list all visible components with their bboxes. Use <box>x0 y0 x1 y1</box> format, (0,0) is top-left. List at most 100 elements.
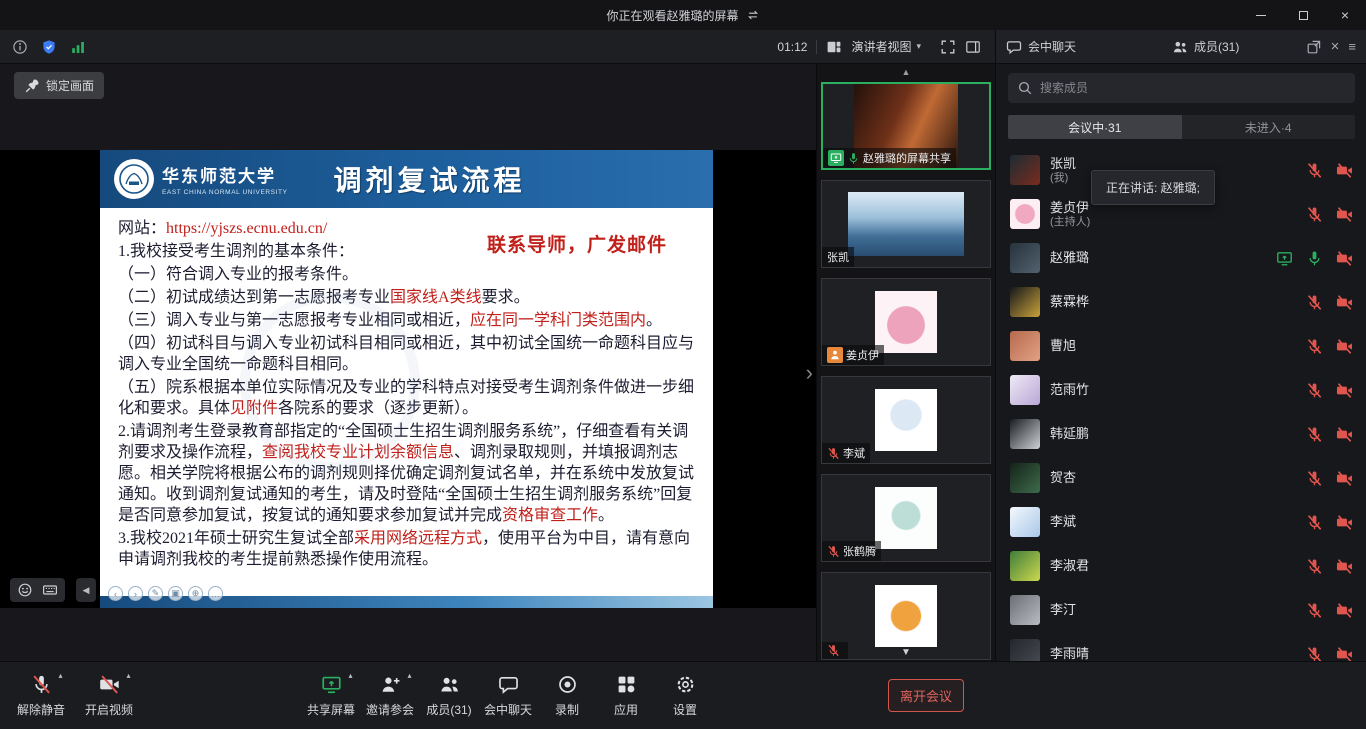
unmute-button[interactable]: ▴解除静音 <box>16 671 66 718</box>
member-row[interactable]: 李斌 <box>996 500 1366 544</box>
apps-button[interactable]: 应用 <box>601 671 651 718</box>
participant-name: 姜贞伊 <box>846 347 879 363</box>
search-box[interactable] <box>1008 73 1355 103</box>
cam-off-icon <box>1336 426 1353 443</box>
nav-pages-icon[interactable]: ▣ <box>168 586 183 601</box>
nav-pen-icon[interactable]: ✎ <box>148 586 163 601</box>
expand-caret-icon[interactable]: ▴ <box>58 671 62 680</box>
university-name-block: 华东师范大学 EAST CHINA NORMAL UNIVERSITY <box>162 162 288 196</box>
speaking-tooltip: 正在讲话: 赵雅璐; <box>1091 170 1215 205</box>
invite-button[interactable]: ▴邀请参会 <box>365 671 415 718</box>
switch-screen-icon[interactable] <box>746 8 760 22</box>
meeting-window: 你正在观看赵雅璐的屏幕 × 01:12 演讲者视图 ▾ 会中聊天 <box>0 0 1366 729</box>
record-button[interactable]: 录制 <box>542 671 592 718</box>
nav-prev-icon[interactable]: ‹ <box>108 586 123 601</box>
participant-name-label: 赵雅璐的屏幕共享 <box>823 148 956 168</box>
cam-off-icon <box>1336 338 1353 355</box>
close-panel-icon[interactable]: × <box>1331 39 1340 54</box>
tab-not-joined[interactable]: 未进入·4 <box>1182 115 1356 139</box>
member-row[interactable]: 贺杏 <box>996 456 1366 500</box>
participant-thumbnail[interactable]: 张凯 <box>821 180 991 268</box>
chat-panel-tab[interactable]: 会中聊天 <box>1006 38 1076 55</box>
member-row[interactable]: 李雨晴 <box>996 632 1366 661</box>
side-panel-toggle-icon[interactable] <box>965 39 981 55</box>
participant-name-label: 李斌 <box>822 443 870 463</box>
start-video-button[interactable]: ▴ 开启视频 <box>84 671 134 718</box>
leave-meeting-button[interactable]: 离开会议 <box>888 679 964 712</box>
maximize-button[interactable] <box>1282 0 1324 30</box>
participant-thumbnail[interactable]: 张鹤腾 <box>821 474 991 562</box>
menu-icon[interactable]: ≡ <box>1348 39 1356 54</box>
participant-thumbnail[interactable]: 赵雅璐的屏幕共享 <box>821 82 991 170</box>
chevron-down-icon[interactable]: ▾ <box>916 41 921 52</box>
member-row[interactable]: 曹旭 <box>996 324 1366 368</box>
participant-thumbnail[interactable]: 李斌 <box>821 376 991 464</box>
expand-caret-icon[interactable]: ▴ <box>407 671 411 680</box>
member-row[interactable]: 范雨竹 <box>996 368 1366 412</box>
quick-chat-icon[interactable] <box>42 582 58 598</box>
member-name: 韩延鹏 <box>1050 426 1296 442</box>
collapse-toolbar-button[interactable]: ◀ <box>76 578 96 602</box>
expand-caret-icon[interactable]: ▴ <box>348 671 352 680</box>
tab-in-meeting[interactable]: 会议中·31 <box>1008 115 1182 139</box>
info-icon[interactable] <box>12 39 28 55</box>
member-role: (主持人) <box>1050 216 1296 229</box>
members-button[interactable]: 成员(31) <box>424 671 474 718</box>
search-input[interactable] <box>1040 81 1346 95</box>
settings-button[interactable]: 设置 <box>660 671 710 718</box>
video-off-icon <box>99 674 120 695</box>
participant-name-label: 张鹤腾 <box>822 541 881 561</box>
share-screen-button[interactable]: ▴共享屏幕 <box>306 671 356 718</box>
mic-muted-icon <box>31 674 52 695</box>
nav-next-icon[interactable]: › <box>128 586 143 601</box>
participant-name-label: 张凯 <box>822 247 854 267</box>
nav-zoom-icon[interactable]: ⊕ <box>188 586 203 601</box>
member-name: 赵雅璐 <box>1050 250 1266 266</box>
watching-screen-title: 你正在观看赵雅璐的屏幕 <box>606 7 738 24</box>
security-shield-icon[interactable] <box>41 39 57 55</box>
lock-view-label: 锁定画面 <box>46 77 94 94</box>
close-button[interactable]: × <box>1324 0 1366 30</box>
invite-icon <box>380 674 401 695</box>
record-icon <box>557 674 578 695</box>
minimize-button[interactable] <box>1240 0 1282 30</box>
scroll-up-icon[interactable]: ▲ <box>817 67 995 77</box>
member-name: 曹旭 <box>1050 338 1296 354</box>
popout-icon[interactable] <box>1306 39 1322 55</box>
expand-caret-icon[interactable]: ▴ <box>126 671 130 680</box>
avatar <box>1010 243 1040 273</box>
mic-off-icon <box>1306 206 1323 223</box>
member-row[interactable]: 李淑君 <box>996 544 1366 588</box>
emoji-icon[interactable] <box>17 582 33 598</box>
nav-more-icon[interactable]: … <box>208 586 223 601</box>
member-name: 贺杏 <box>1050 470 1296 486</box>
scroll-down-icon[interactable]: ▼ <box>817 647 995 658</box>
network-signal-icon[interactable] <box>70 39 86 55</box>
members-panel: 会议中·31 未进入·4 张凯(我)姜贞伊(主持人)赵雅璐蔡霖桦曹旭范雨竹韩延鹏… <box>995 64 1366 661</box>
speaker-view-icon[interactable] <box>826 39 842 55</box>
member-row[interactable]: 韩延鹏 <box>996 412 1366 456</box>
panel-header-actions: × ≡ <box>1306 39 1356 55</box>
participant-name: 张鹤腾 <box>843 543 876 559</box>
toolbar-label: 开启视频 <box>85 701 133 718</box>
chat-button[interactable]: 会中聊天 <box>483 671 533 718</box>
participant-thumbnail[interactable]: 姜贞伊 <box>821 278 991 366</box>
mic-off-icon <box>827 447 840 460</box>
bottom-toolbar: ▴解除静音▴开启视频 ▴共享屏幕▴邀请参会成员(31)会中聊天录制应用设置 离开… <box>0 661 1366 729</box>
view-mode-label[interactable]: 演讲者视图 <box>851 38 911 55</box>
avatar <box>1010 551 1040 581</box>
mic-off-icon <box>1306 294 1323 311</box>
member-row[interactable]: 赵雅璐 <box>996 236 1366 280</box>
lock-view-button[interactable]: 锁定画面 <box>14 72 104 99</box>
mic-on-icon <box>847 152 860 165</box>
screen-share-icon <box>1276 250 1293 267</box>
members-icon <box>1172 39 1188 55</box>
member-row[interactable]: 李汀 <box>996 588 1366 632</box>
fullscreen-icon[interactable] <box>940 39 956 55</box>
avatar <box>1010 595 1040 625</box>
member-tabs: 会议中·31 未进入·4 <box>1008 115 1355 139</box>
members-panel-tab[interactable]: 成员(31) <box>1172 38 1239 55</box>
expand-panel-handle[interactable]: › <box>806 362 813 384</box>
member-row[interactable]: 蔡霖桦 <box>996 280 1366 324</box>
member-name: 李淑君 <box>1050 558 1296 574</box>
